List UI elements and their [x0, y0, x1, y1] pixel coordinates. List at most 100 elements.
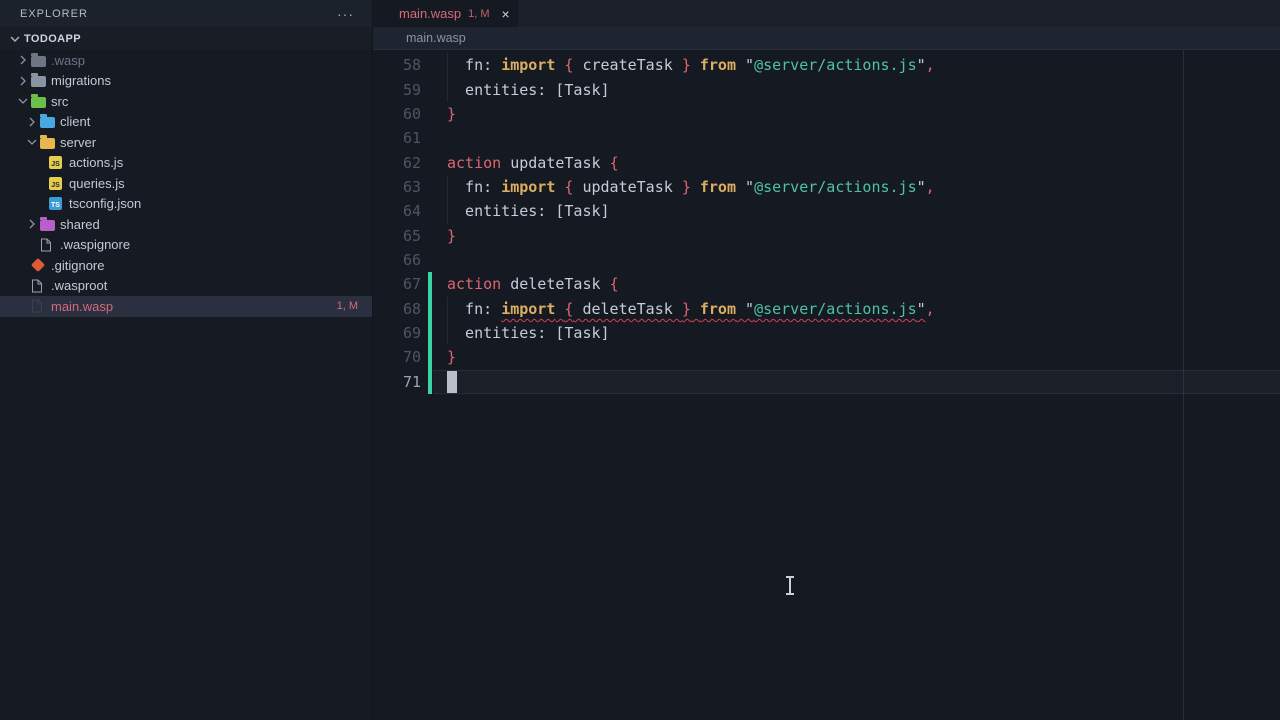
tree-item-label: server [60, 135, 96, 150]
token-fg [555, 178, 564, 196]
token-red: } [447, 105, 456, 123]
tree-item-queries.js[interactable]: JSqueries.js [0, 173, 372, 194]
code-line-70[interactable]: 70} [372, 345, 1280, 369]
code-text: entities: [Task] [447, 321, 610, 345]
line-number: 58 [372, 56, 421, 74]
more-actions-icon[interactable]: ··· [337, 9, 354, 19]
token-red: , [926, 178, 935, 196]
git-added-gutter-bar [428, 272, 432, 296]
token-fg: updateTask [573, 178, 681, 196]
line-number: 70 [372, 348, 421, 366]
git-added-gutter-bar [428, 370, 432, 394]
chevron-down-icon [18, 96, 31, 106]
git-added-gutter-bar [428, 297, 432, 321]
tree-item-server[interactable]: server [0, 132, 372, 153]
gutter-decoration [421, 102, 447, 126]
tab-main-wasp[interactable]: main.wasp 1, M × [372, 0, 518, 27]
gutter-decoration [421, 321, 447, 345]
gutter-decoration [421, 345, 447, 369]
folder-icon [40, 115, 57, 128]
line-number: 60 [372, 105, 421, 123]
close-icon[interactable]: × [502, 7, 510, 21]
tree-item-migrations[interactable]: migrations [0, 71, 372, 92]
token-fg: " [917, 178, 926, 196]
code-line-64[interactable]: 64 entities: [Task] [372, 199, 1280, 223]
token-red: } [682, 178, 691, 196]
line-number: 68 [372, 300, 421, 318]
tree-item-dot-wasproot[interactable]: .wasproot [0, 276, 372, 297]
code-line-61[interactable]: 61 [372, 126, 1280, 150]
code-text: entities: [Task] [447, 199, 610, 223]
tree-item-label: src [51, 94, 68, 109]
code-line-59[interactable]: 59 entities: [Task] [372, 77, 1280, 101]
line-number: 69 [372, 324, 421, 342]
code-line-66[interactable]: 66 [372, 248, 1280, 272]
token-red: { [564, 56, 573, 74]
token-fg: deleteTask [501, 275, 609, 293]
code-line-65[interactable]: 65} [372, 224, 1280, 248]
workspace-root-row[interactable]: TODOAPP [0, 27, 372, 50]
text-cursor [447, 371, 457, 393]
token-fg: fn: [447, 56, 501, 74]
code-line-58[interactable]: 58 fn: import { createTask } from "@serv… [372, 53, 1280, 77]
token-fg: " [917, 56, 926, 74]
tree-item-tsconfig.json[interactable]: TStsconfig.json [0, 194, 372, 215]
chevron-down-icon [27, 137, 40, 147]
token-red: { [564, 178, 573, 196]
token-fg [555, 300, 564, 318]
code-text: action updateTask { [447, 150, 619, 174]
code-line-71[interactable]: 71 [372, 370, 1280, 394]
workspace-root-label: TODOAPP [24, 33, 81, 45]
sidebar-editor-divider [372, 0, 373, 720]
token-kw: import [501, 300, 555, 318]
token-red: } [682, 56, 691, 74]
token-fg: " [736, 178, 754, 196]
token-fg [555, 56, 564, 74]
tree-item-client[interactable]: client [0, 112, 372, 133]
gutter-decoration [421, 175, 447, 199]
tree-item-label: main.wasp [51, 299, 113, 314]
code-text: } [447, 224, 456, 248]
tree-item-actions.js[interactable]: JSactions.js [0, 153, 372, 174]
code-line-60[interactable]: 60} [372, 102, 1280, 126]
token-fg [691, 178, 700, 196]
folder-icon [40, 136, 57, 149]
folder-icon [31, 74, 48, 87]
code-line-67[interactable]: 67action deleteTask { [372, 272, 1280, 296]
token-fg: fn: [447, 300, 501, 318]
token-fg: createTask [573, 56, 681, 74]
tree-item-main.wasp[interactable]: main.wasp1, M [0, 296, 372, 317]
code-editor[interactable]: 58 fn: import { createTask } from "@serv… [372, 50, 1280, 720]
tree-item-label: tsconfig.json [69, 196, 141, 211]
tree-item-dot-waspignore[interactable]: .waspignore [0, 235, 372, 256]
tab-label: main.wasp [399, 6, 461, 21]
code-line-69[interactable]: 69 entities: [Task] [372, 321, 1280, 345]
token-fg [691, 300, 700, 318]
editor-area: main.wasp 1, M × main.wasp 58 fn: import… [372, 0, 1280, 720]
gutter-decoration [421, 297, 447, 321]
code-line-68[interactable]: 68 fn: import { deleteTask } from "@serv… [372, 297, 1280, 321]
breadcrumb-item[interactable]: main.wasp [406, 31, 466, 45]
tree-item-shared[interactable]: shared [0, 214, 372, 235]
tab-bar: main.wasp 1, M × [372, 0, 1280, 27]
tree-item-dot-gitignore[interactable]: .gitignore [0, 255, 372, 276]
tab-problems-badge: 1, M [468, 8, 489, 20]
token-red: , [926, 56, 935, 74]
tree-item-label: .waspignore [60, 237, 130, 252]
chevron-right-icon [18, 55, 31, 65]
tree-item-src[interactable]: src [0, 91, 372, 112]
token-red: { [610, 154, 619, 172]
code-line-63[interactable]: 63 fn: import { updateTask } from "@serv… [372, 175, 1280, 199]
wasp-file-icon [31, 299, 48, 313]
code-line-62[interactable]: 62action updateTask { [372, 150, 1280, 174]
token-kw: import [501, 178, 555, 196]
chevron-down-icon [10, 34, 24, 44]
line-number: 71 [372, 373, 421, 391]
tree-item-label: .wasproot [51, 278, 107, 293]
file-icon [31, 279, 48, 293]
token-red: { [610, 275, 619, 293]
token-red: { [564, 300, 573, 318]
tree-item-dot-wasp[interactable]: .wasp [0, 50, 372, 71]
git-added-gutter-bar [428, 345, 432, 369]
token-kw: import [501, 56, 555, 74]
